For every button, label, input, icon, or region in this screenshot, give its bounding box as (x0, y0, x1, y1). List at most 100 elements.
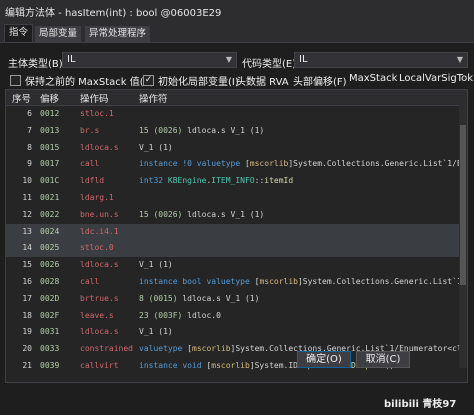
operand-token: instance void (139, 361, 207, 370)
row-offset: 0028 (40, 277, 60, 286)
title-bar: 编辑方法体 - hasItem(int) : bool @06003E29 (0, 0, 474, 22)
operand-token: int32 (139, 176, 168, 186)
row-opcode: constrained (80, 344, 133, 354)
row-offset: 001C (40, 176, 60, 186)
instruction-row[interactable]: 18 002F leave.s 23 (003F) ldloc.0 (6, 308, 467, 325)
operand-token: ldloca.s V_1 (1) (182, 293, 260, 303)
row-operand: V_1 (1) (139, 324, 173, 341)
header-rva-link[interactable]: 头数据 RVA (236, 73, 289, 88)
row-operand: 23 (003F) ldloc.0 (139, 308, 221, 325)
row-index: 10 (22, 176, 32, 186)
operand-token: ldloc.0 (187, 310, 221, 320)
body-type-label: 主体类型(B) (8, 59, 63, 70)
instruction-row[interactable]: 13 0024 ldc.i4.1 (6, 223, 467, 241)
row-offset: 0022 (40, 209, 60, 219)
column-header-operand[interactable]: 操作符 (139, 91, 168, 105)
instruction-row[interactable]: 19 0031 ldloca.s V_1 (1) (6, 324, 467, 341)
row-opcode: ldc.i4.1 (80, 226, 119, 236)
row-opcode: ldloca.s (80, 260, 119, 270)
vertical-scrollbar[interactable] (459, 105, 467, 368)
column-header-opcode[interactable]: 操作码 (80, 91, 109, 105)
row-opcode: br.s (80, 125, 100, 135)
instruction-row[interactable]: 10 001C ldfld int32 KBEngine.ITEM_INFO::ite… (6, 173, 467, 190)
operand-token: ldloca.s V_1 (1) (187, 209, 265, 219)
row-opcode: ldarg.1 (80, 193, 114, 202)
instruction-row[interactable]: 14 0025 stloc.0 (6, 240, 467, 258)
instruction-row[interactable]: 12 0022 bne.un.s 15 (0026) ldloca.s V_1 (1) (6, 207, 467, 224)
row-operand: 15 (0026) ldloca.s V_1 (1) (139, 207, 264, 224)
row-operand: instance bool valuetype [mscorlib]System… (139, 274, 467, 291)
scrollbar-thumb[interactable] (460, 125, 466, 285)
row-index: 12 (22, 209, 32, 219)
row-offset: 0031 (40, 327, 60, 337)
operand-token: ITEM_INFO (211, 176, 255, 186)
row-operand: 8 (0015) ldloca.s V_1 (1) (139, 291, 259, 308)
instruction-row[interactable]: 11 0021 ldarg.1 (6, 190, 467, 207)
init-locals-checkbox[interactable]: ✓ (143, 75, 154, 86)
operand-token: 15 (0026) (139, 125, 188, 135)
column-header-index[interactable]: 序号 (12, 91, 31, 105)
row-offset: 0024 (40, 226, 60, 236)
row-offset: 002D (40, 293, 60, 303)
row-operand: instance !0 valuetype [mscorlib]System.C… (139, 156, 467, 173)
code-type-select[interactable]: IL ▼ (294, 52, 468, 68)
instruction-row[interactable]: 16 0028 call instance bool valuetype [mscor… (6, 274, 467, 291)
instruction-grid[interactable]: 序号 偏移 操作码 操作符 6 0012 stloc.1 7 0013 br.s 15 (0… (5, 89, 468, 383)
maxstack-link[interactable]: MaxStack (349, 73, 397, 84)
row-index: 20 (22, 344, 32, 354)
row-index: 13 (22, 226, 32, 236)
operand-token: mscorlib (249, 159, 289, 169)
row-index: 8 (27, 142, 32, 152)
operand-token: mscorlib (211, 361, 250, 370)
row-index: 6 (27, 109, 32, 118)
row-offset: 0015 (40, 142, 60, 152)
body-type-value: IL (67, 54, 76, 65)
row-index: 21 (22, 361, 32, 370)
keep-maxstack-checkbox[interactable] (10, 75, 21, 86)
instruction-row[interactable]: 9 0017 call instance !0 valuetype [mscorlib… (6, 156, 467, 173)
watermark-logo: bilibili 青枝97 (384, 399, 457, 410)
column-header-offset[interactable]: 偏移 (40, 91, 59, 105)
instructions-panel: 主体类型(B) IL ▼ 代码类型(E) IL ▼ 保持之前的 MaxStack… (0, 42, 474, 415)
row-operand: 15 (0026) ldloca.s V_1 (1) (139, 123, 264, 140)
operand-token: KBEngine (167, 176, 207, 186)
keep-maxstack-label: 保持之前的 MaxStack 值(K) (25, 77, 155, 88)
row-offset: 0039 (40, 361, 60, 370)
ok-button[interactable]: 确定(O) (297, 351, 351, 368)
operand-token: V_1 (1) (139, 260, 173, 270)
row-index: 15 (22, 260, 32, 270)
operand-token: valuetype (206, 277, 255, 286)
instruction-row[interactable]: 8 0015 ldloca.s V_1 (1) (6, 140, 467, 157)
localvarsig-link[interactable]: LocalVarSigTok (399, 73, 473, 84)
init-locals-label: 初始化局部变量(I) (158, 77, 239, 88)
row-opcode: call (80, 159, 100, 169)
operand-token: mscorlib (259, 277, 298, 286)
code-type-label: 代码类型(E) (242, 59, 297, 70)
operand-token: valuetype (196, 159, 245, 169)
instruction-row[interactable]: 6 0012 stloc.1 (6, 106, 467, 123)
body-type-select[interactable]: IL ▼ (62, 52, 237, 68)
operand-token: valuetype (139, 344, 188, 354)
row-opcode: brtrue.s (80, 293, 119, 303)
chevron-down-icon: ▼ (225, 55, 232, 64)
instruction-row[interactable]: 7 0013 br.s 15 (0026) ldloca.s V_1 (1) (6, 123, 467, 140)
instruction-row[interactable]: 17 002D brtrue.s 8 (0015) ldloca.s V_1 (1) (6, 291, 467, 308)
row-offset: 0025 (40, 243, 60, 253)
code-type-value: IL (299, 54, 308, 65)
cancel-button[interactable]: 取消(C) (356, 351, 410, 368)
row-offset: 0017 (40, 159, 60, 169)
row-offset: 0013 (40, 125, 60, 135)
tab-locals[interactable]: 局部变量 (35, 26, 82, 42)
operand-token: V_1 (1) (139, 142, 173, 152)
row-offset: 0021 (40, 193, 60, 202)
tab-exception-handlers[interactable]: 异常处理程序 (85, 26, 151, 42)
operand-token: instance bool (139, 277, 207, 286)
operand-token: ldloca.s V_1 (1) (187, 125, 265, 135)
row-index: 14 (22, 243, 32, 253)
row-opcode: bne.un.s (80, 209, 119, 219)
tab-instructions[interactable]: 指令 (4, 24, 34, 42)
row-opcode: leave.s (80, 310, 114, 320)
instruction-row[interactable]: 15 0026 ldloca.s V_1 (1) (6, 257, 467, 274)
header-offset-link[interactable]: 头部偏移(F) (293, 73, 347, 88)
grid-header: 序号 偏移 操作码 操作符 (6, 90, 467, 106)
